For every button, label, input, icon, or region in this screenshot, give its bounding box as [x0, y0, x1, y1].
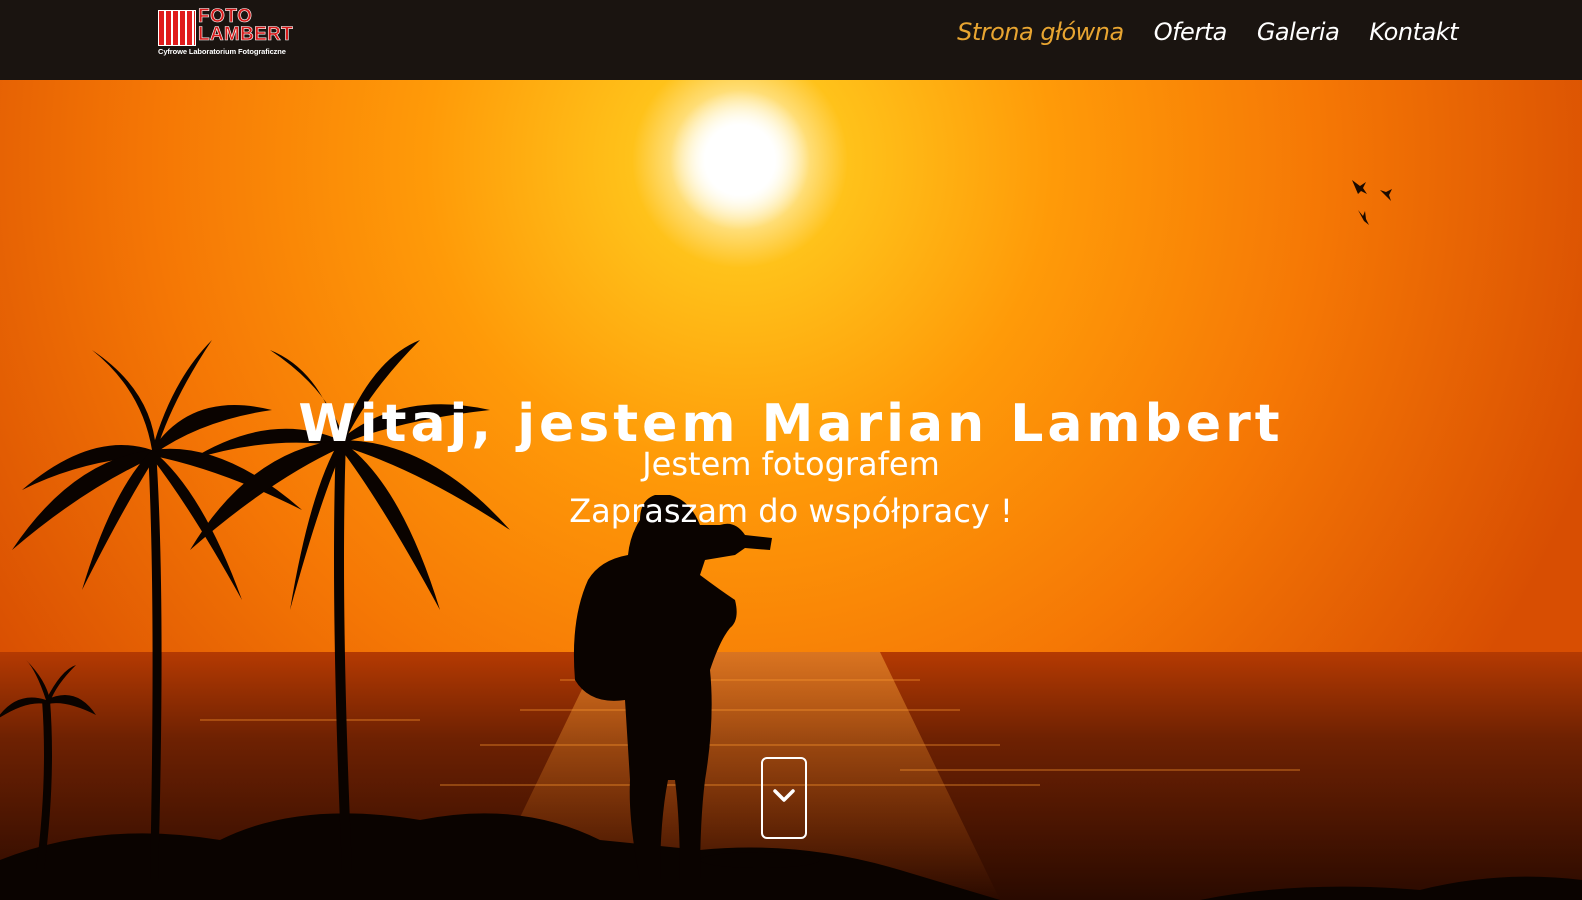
- nav-item-offer[interactable]: Oferta: [1154, 18, 1228, 46]
- site-logo[interactable]: FOTO LAMBERT Cyfrowe Laboratorium Fotogr…: [158, 6, 314, 60]
- chevron-down-icon: [773, 789, 795, 802]
- logo-stripes-icon: [158, 10, 196, 46]
- scroll-down-button[interactable]: [761, 757, 807, 839]
- nav-item-contact[interactable]: Kontakt: [1369, 18, 1458, 46]
- logo-tagline: Cyfrowe Laboratorium Fotograficzne: [158, 47, 286, 56]
- navbar: FOTO LAMBERT Cyfrowe Laboratorium Fotogr…: [0, 0, 1582, 80]
- hero-section: Witaj, jestem Marian Lambert Jestem foto…: [0, 80, 1582, 900]
- hero-subtitle-line1: Jestem fotografem: [642, 445, 940, 483]
- hero-subtitle-line2: Zapraszam do współpracy !: [569, 492, 1013, 530]
- nav-item-home[interactable]: Strona główna: [957, 18, 1124, 46]
- main-nav: Strona główna Oferta Galeria Kontakt: [957, 18, 1458, 46]
- nav-item-gallery[interactable]: Galeria: [1257, 18, 1340, 46]
- page: FOTO LAMBERT Cyfrowe Laboratorium Fotogr…: [0, 0, 1582, 900]
- logo-line2: LAMBERT: [198, 24, 293, 45]
